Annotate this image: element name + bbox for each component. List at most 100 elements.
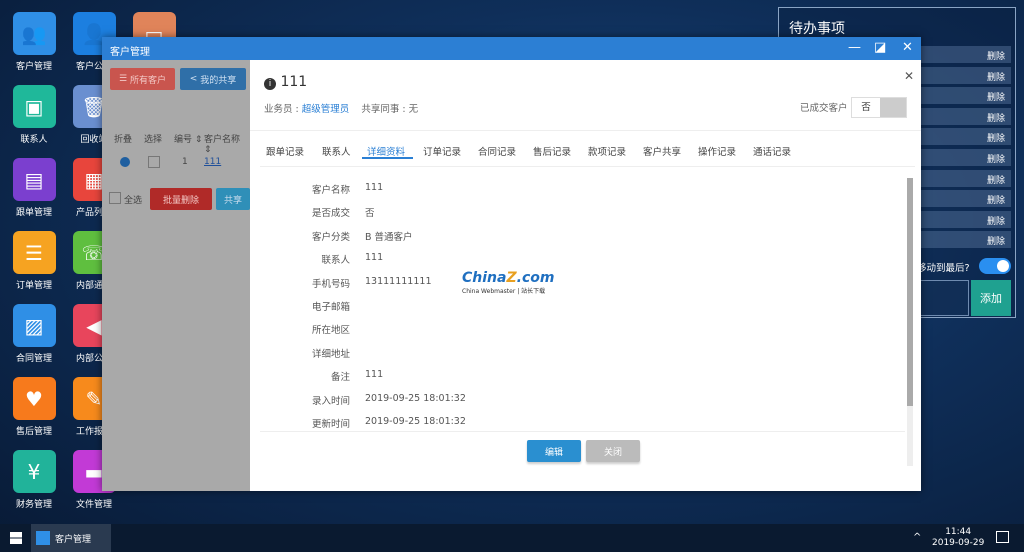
start-icon[interactable]: [10, 532, 22, 544]
tab[interactable]: 详细资料: [367, 144, 405, 158]
todo-delete-button[interactable]: 删除: [987, 234, 1005, 247]
field-label: 所在地区: [311, 325, 350, 337]
my-share-button[interactable]: < 我的共享: [180, 68, 246, 90]
tab[interactable]: 售后记录: [533, 144, 571, 158]
clock[interactable]: 11:44 2019-09-29: [932, 527, 984, 549]
modal-close-icon[interactable]: ✕: [904, 69, 914, 83]
row-id: 1: [182, 157, 188, 167]
tab[interactable]: 操作记录: [698, 144, 736, 158]
field-label: 手机号码: [311, 278, 350, 290]
window-close-button[interactable]: ✕: [902, 40, 913, 55]
field-value: 2019-09-25 18:01:32: [365, 392, 466, 404]
tab[interactable]: 合同记录: [478, 144, 516, 158]
taskbar-app-label: 客户管理: [55, 535, 92, 545]
customer-window: 客户管理 — ◪ ✕ ☰ 所有客户 < 我的共享 折叠 选择 编号 ⇕ 客户名称…: [102, 37, 921, 491]
desktop-icon-label: 联系人: [20, 135, 48, 145]
desktop-icon[interactable]: ☰ 订单管理: [4, 231, 64, 291]
tab[interactable]: 通话记录: [753, 144, 791, 158]
tab[interactable]: 客户共享: [643, 144, 681, 158]
field-label: 更新时间: [311, 419, 350, 430]
share-button[interactable]: 共享: [216, 188, 250, 210]
all-customers-label: 所有客户: [129, 75, 166, 86]
tab[interactable]: 订单记录: [423, 144, 461, 158]
move-to-last-label: 移动到最后?: [917, 263, 970, 274]
todo-title: 待办事项: [789, 21, 845, 37]
deal-switch[interactable]: 否: [851, 97, 907, 118]
field-label: 详细地址: [311, 348, 350, 360]
desktop-icon[interactable]: ¥ 财务管理: [4, 450, 64, 510]
desktop-icon[interactable]: ▤ 跟单管理: [4, 158, 64, 218]
todo-delete-button[interactable]: 删除: [987, 152, 1005, 165]
desktop-icon-label: 客户管理: [15, 62, 52, 72]
field-value: 否: [365, 208, 375, 220]
select-all-checkbox[interactable]: [109, 192, 121, 204]
desktop-icon[interactable]: ♥ 售后管理: [4, 377, 64, 437]
field-value: 111: [365, 252, 384, 264]
modal-title: i 111: [264, 74, 307, 90]
field-label: 备注: [330, 372, 350, 384]
desktop-icon[interactable]: ▨ 合同管理: [4, 304, 64, 364]
chevron-up-icon[interactable]: ^: [913, 532, 921, 543]
row-name-link[interactable]: 111: [204, 157, 221, 167]
desktop-icon-label: 文件管理: [75, 500, 112, 510]
tab[interactable]: 款项记录: [588, 144, 626, 158]
salesman-info: 业务员 : 超级管理员 共享同事 : 无: [264, 101, 418, 115]
share-colleague: 共享同事 : 无: [361, 104, 419, 115]
salesman-label: 业务员 :: [264, 104, 302, 115]
salesman-link[interactable]: 超级管理员: [302, 104, 350, 115]
app-icon: ☰: [12, 231, 56, 274]
app-icon: ¥: [12, 450, 56, 493]
batch-delete-button[interactable]: 批量删除: [150, 188, 212, 210]
deal-value: 否: [861, 102, 871, 113]
todo-delete-button[interactable]: 删除: [987, 49, 1005, 62]
edit-button[interactable]: 编辑: [527, 440, 581, 462]
my-share-label: 我的共享: [200, 75, 237, 86]
move-to-last-toggle[interactable]: [979, 258, 1011, 274]
maximize-button[interactable]: ◪: [874, 40, 886, 55]
desktop-icon-label: 跟单管理: [15, 208, 52, 218]
desktop-icon[interactable]: 👥 客户管理: [4, 12, 64, 72]
col-id: 编号 ⇕: [174, 135, 203, 145]
col-name: 客户名称 ⇕: [204, 135, 241, 155]
todo-delete-button[interactable]: 删除: [987, 111, 1005, 124]
customer-title: 111: [280, 74, 308, 90]
todo-delete-button[interactable]: 删除: [987, 70, 1005, 83]
tab[interactable]: 跟单记录: [266, 144, 304, 158]
field-label: 录入时间: [311, 395, 350, 407]
app-icon: ▣: [12, 85, 56, 128]
minimize-button[interactable]: —: [848, 40, 861, 55]
field-value: B 普通客户: [365, 231, 413, 243]
row-checkbox[interactable]: [148, 156, 160, 168]
todo-delete-button[interactable]: 删除: [987, 131, 1005, 144]
todo-delete-button[interactable]: 删除: [987, 193, 1005, 206]
expand-icon[interactable]: [120, 157, 130, 167]
todo-delete-button[interactable]: 删除: [987, 214, 1005, 227]
customer-detail-modal: i 111 ✕ 业务员 : 超级管理员 共享同事 : 无 已成交客户 否 跟单记…: [250, 60, 921, 491]
scrollbar[interactable]: [907, 178, 913, 466]
field-label: 联系人: [321, 255, 350, 267]
todo-delete-button[interactable]: 删除: [987, 173, 1005, 186]
todo-input[interactable]: [919, 280, 969, 316]
field-value: 13111111111: [365, 275, 432, 287]
col-select: 选择: [144, 135, 163, 145]
field-value: 2019-09-25 18:01:32: [365, 416, 466, 427]
all-customers-button[interactable]: ☰ 所有客户: [110, 68, 175, 90]
app-icon: ♥: [12, 377, 56, 420]
app-icon: 👥: [12, 12, 56, 55]
select-all-label: 全选: [124, 196, 143, 206]
taskbar-app-customer[interactable]: 客户管理: [31, 524, 111, 552]
field-value: 111: [365, 369, 384, 381]
desktop-icon[interactable]: ▣ 联系人: [4, 85, 64, 145]
deal-label: 已成交客户: [800, 103, 848, 114]
active-tab-underline: [362, 157, 413, 159]
col-fold: 折叠: [114, 135, 133, 145]
tab[interactable]: 联系人: [322, 144, 351, 158]
notification-icon[interactable]: [996, 531, 1009, 543]
desktop-icon-label: 售后管理: [15, 427, 52, 437]
add-todo-button[interactable]: 添加: [971, 280, 1011, 316]
info-icon: i: [264, 78, 276, 90]
desktop-icon-label: 合同管理: [15, 354, 52, 364]
todo-delete-button[interactable]: 删除: [987, 90, 1005, 103]
close-button[interactable]: 关闭: [586, 440, 640, 462]
field-label: 客户分类: [311, 231, 350, 243]
